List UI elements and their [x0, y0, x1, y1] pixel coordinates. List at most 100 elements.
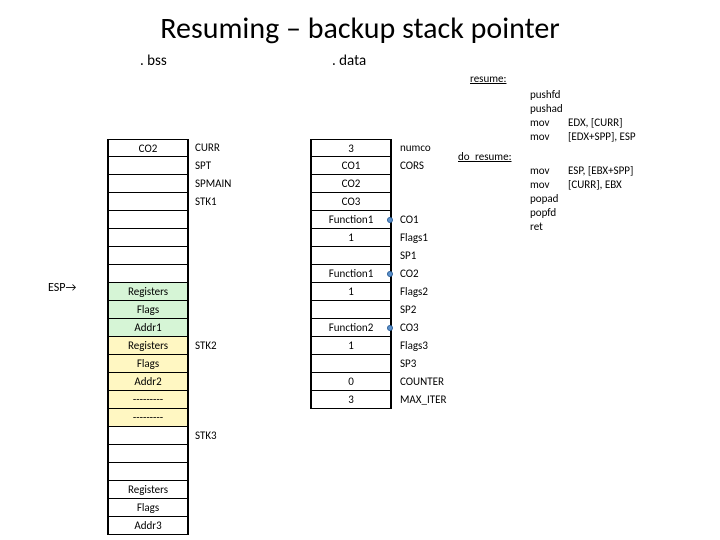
bss-cell: CO2 — [109, 139, 187, 157]
data-field-label: CORS — [400, 157, 446, 175]
bss-field-label — [195, 391, 231, 409]
data-field-label: CO2 — [400, 265, 446, 283]
data-cell: 1 — [312, 337, 390, 355]
data-cell: CO1 — [312, 157, 390, 175]
resume-label: resume: — [470, 72, 506, 86]
asm-line: ret — [530, 220, 633, 234]
asm-line: mov[EDX+SPP], ESP — [530, 130, 636, 144]
data-cell — [312, 247, 390, 265]
bss-cell — [109, 175, 187, 193]
bss-cell — [109, 247, 187, 265]
bss-field-label — [195, 247, 231, 265]
bss-field-label — [195, 265, 231, 283]
asm-op: popfd — [530, 206, 568, 220]
bss-cell: Registers — [109, 481, 187, 499]
bss-field-label — [195, 229, 231, 247]
asm-line: mov[CURR], EBX — [530, 178, 633, 192]
bss-field-label — [195, 409, 231, 427]
bss-right-labels: CURRSPTSPMAINSTK1 STK2 STK3 — [195, 139, 231, 445]
bss-field-label: STK1 — [195, 193, 231, 211]
data-field-label: SP2 — [400, 301, 446, 319]
asm-args: [EDX+SPP], ESP — [568, 130, 636, 144]
bss-label: . bss — [140, 52, 167, 70]
bss-cell: Registers — [109, 337, 187, 355]
data-cell — [312, 355, 390, 373]
data-field-label: CO1 — [400, 211, 446, 229]
bss-field-label: CURR — [195, 139, 231, 157]
bss-cell — [109, 211, 187, 229]
bss-cell: Flags — [109, 499, 187, 517]
bss-cell: Registers — [109, 283, 187, 301]
asm-op: pushfd — [530, 88, 568, 102]
asm-line: pushfd — [530, 88, 636, 102]
bss-field-label: STK2 — [195, 337, 231, 355]
data-field-label: Flags2 — [400, 283, 446, 301]
data-cell: Function2 — [312, 319, 390, 337]
bss-cell: Addr2 — [109, 373, 187, 391]
data-cell: 1 — [312, 229, 390, 247]
bss-field-label: STK3 — [195, 427, 231, 445]
bss-cell — [109, 229, 187, 247]
asm-args: ESP, [EBX+SPP] — [568, 164, 633, 178]
connector-dot — [387, 217, 393, 223]
asm-line: pushad — [530, 102, 636, 116]
data-field-label: MAX_ITER — [400, 391, 446, 409]
bss-cell — [109, 427, 187, 445]
bss-cell — [109, 463, 187, 481]
do-resume-label: do_resume: — [458, 150, 512, 164]
bss-cell: Addr1 — [109, 319, 187, 337]
asm-op: popad — [530, 192, 568, 206]
data-cell: Function1 — [312, 265, 390, 283]
asm-op: ret — [530, 220, 568, 234]
bss-field-label — [195, 211, 231, 229]
bss-cell: Flags — [109, 355, 187, 373]
data-cell: CO2 — [312, 175, 390, 193]
asm-op: mov — [530, 164, 568, 178]
data-cell: 3 — [312, 391, 390, 409]
asm-args: EDX, [CURR] — [568, 116, 623, 130]
connector-dot — [387, 271, 393, 277]
asm-line: popfd — [530, 206, 633, 220]
asm-line: movEDX, [CURR] — [530, 116, 636, 130]
asm-args: [CURR], EBX — [568, 178, 622, 192]
asm-line: popad — [530, 192, 633, 206]
data-column: 3CO1CO2CO3Function11Function11Function21… — [310, 139, 392, 409]
esp-pointer: ESP→ — [48, 281, 76, 295]
data-field-label: numco — [400, 139, 446, 157]
bss-column: CO2RegistersFlagsAddr1RegistersFlagsAddr… — [107, 139, 189, 535]
data-cell: 0 — [312, 373, 390, 391]
data-field-label — [400, 175, 446, 193]
data-field-label — [400, 193, 446, 211]
asm-op: mov — [530, 130, 568, 144]
asm-line: movESP, [EBX+SPP] — [530, 164, 633, 178]
bss-field-label — [195, 373, 231, 391]
data-label: . data — [332, 52, 366, 70]
asm-op: mov — [530, 178, 568, 192]
bss-cell — [109, 445, 187, 463]
data-field-label: Flags3 — [400, 337, 446, 355]
data-cell: Function1 — [312, 211, 390, 229]
asm-op: mov — [530, 116, 568, 130]
code-block-2: movESP, [EBX+SPP]mov[CURR], EBXpopadpopf… — [530, 164, 633, 234]
page-title: Resuming – backup stack pointer — [20, 10, 700, 47]
bss-field-label — [195, 355, 231, 373]
data-cell: 3 — [312, 139, 390, 157]
data-right-labels: numcoCORS CO1Flags1SP1CO2Flags2SP2CO3Flag… — [400, 139, 446, 409]
data-field-label: CO3 — [400, 319, 446, 337]
bss-field-label: SPMAIN — [195, 175, 231, 193]
data-field-label: SP3 — [400, 355, 446, 373]
bss-cell: --------- — [109, 391, 187, 409]
bss-cell — [109, 193, 187, 211]
data-field-label: Flags1 — [400, 229, 446, 247]
data-cell — [312, 301, 390, 319]
bss-field-label — [195, 301, 231, 319]
bss-field-label — [195, 283, 231, 301]
bss-field-label: SPT — [195, 157, 231, 175]
asm-op: pushad — [530, 102, 568, 116]
data-field-label: COUNTER — [400, 373, 446, 391]
code-block-1: pushfdpushadmovEDX, [CURR]mov[EDX+SPP], … — [530, 88, 636, 144]
data-field-label: SP1 — [400, 247, 446, 265]
bss-cell: Flags — [109, 301, 187, 319]
connector-dot — [387, 325, 393, 331]
bss-cell — [109, 265, 187, 283]
